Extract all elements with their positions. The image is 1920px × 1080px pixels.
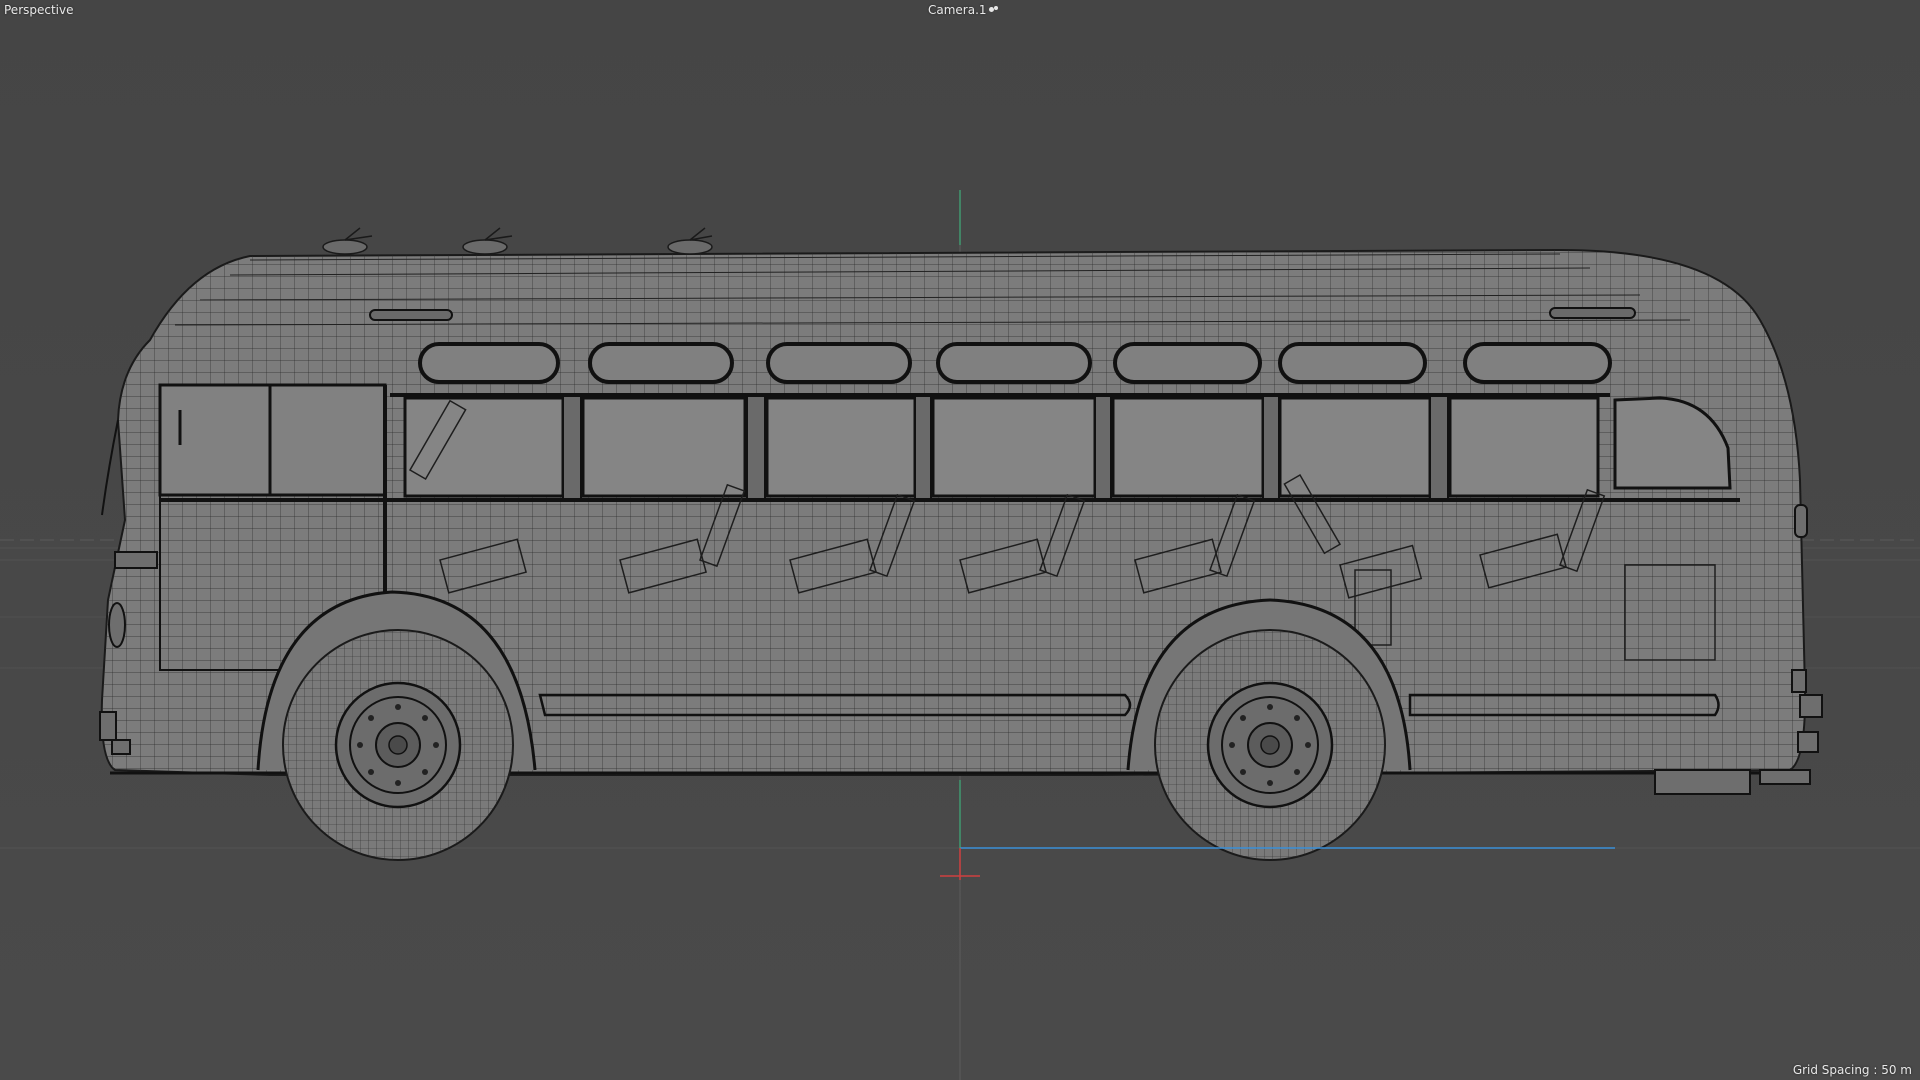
rear-vent [1549,307,1636,319]
viewport-canvas[interactable] [0,0,1920,1080]
front-wheel[interactable] [282,629,514,861]
view-name-label[interactable]: Perspective [4,3,74,17]
camera-label[interactable]: Camera.1 [928,3,999,17]
rear-wheel[interactable] [1154,629,1386,861]
camera-icon[interactable] [988,6,999,14]
front-vent [369,309,453,321]
3d-viewport[interactable]: Perspective Camera.1 Grid Spacing : 50 m [0,0,1920,1080]
main-windows [403,396,1732,498]
camera-name: Camera.1 [928,3,987,17]
bus-model[interactable] [99,227,1823,861]
grid-spacing-label: Grid Spacing : 50 m [1792,1063,1912,1077]
roof-vents [322,227,713,255]
